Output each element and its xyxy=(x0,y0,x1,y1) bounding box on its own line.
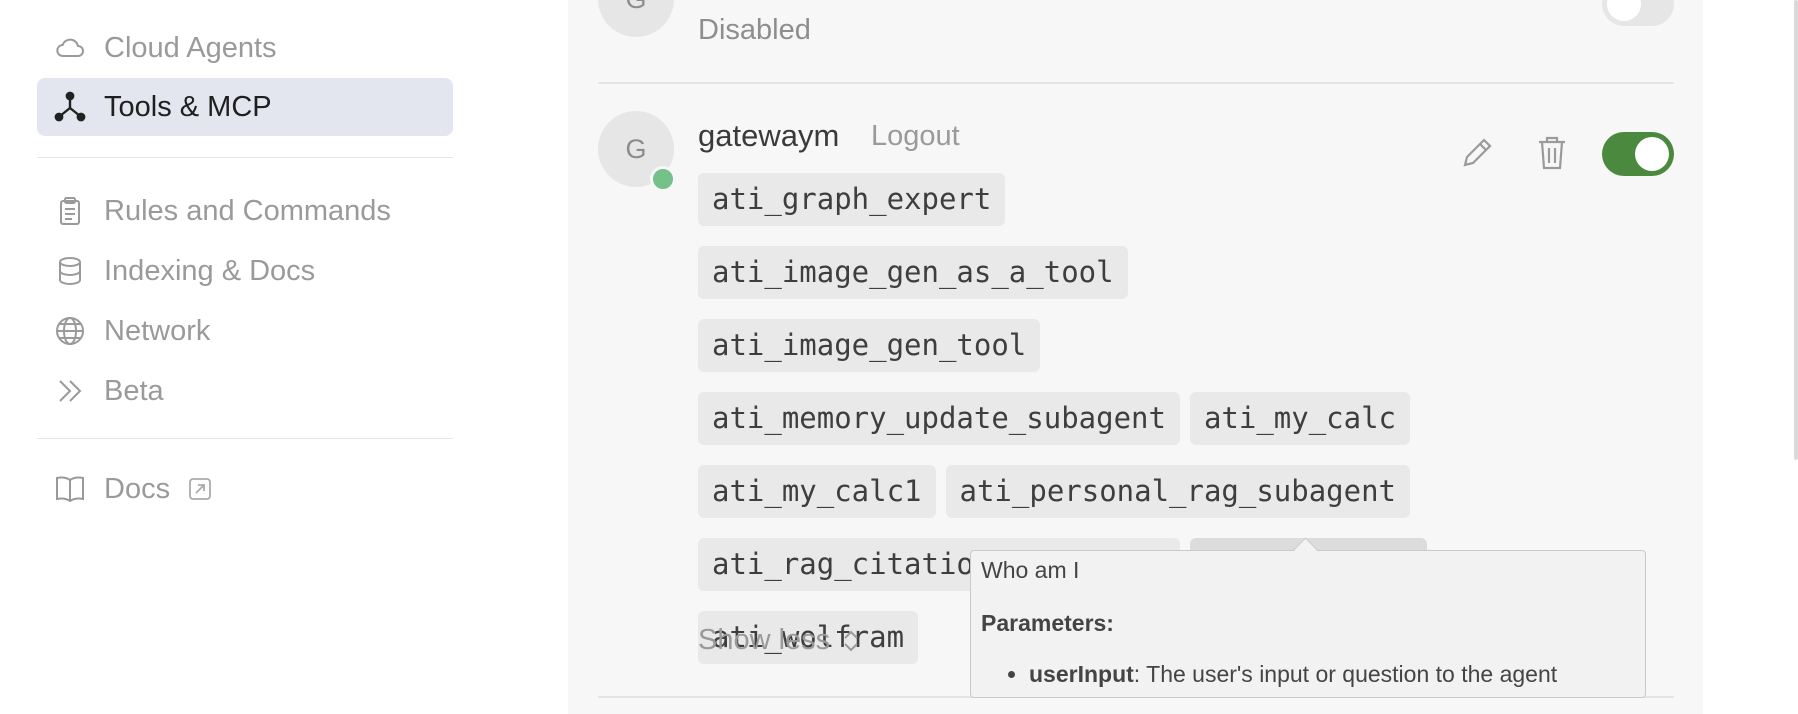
sidebar-item-label: Docs xyxy=(104,472,171,505)
status-indicator-connected xyxy=(650,166,676,192)
tool-chip[interactable]: ati_my_calc1 xyxy=(698,465,936,518)
database-icon xyxy=(53,254,87,288)
external-link-icon xyxy=(188,477,212,501)
sidebar-item-network[interactable]: Network xyxy=(37,302,453,360)
right-margin xyxy=(1703,0,1798,714)
scrollbar[interactable] xyxy=(1794,0,1798,460)
sidebar-item-label: Network xyxy=(104,314,211,347)
tool-chip[interactable]: ati_graph_expert xyxy=(698,173,1006,226)
tooltip-param-item: userInput: The user's input or question … xyxy=(1029,661,1635,688)
sidebar-item-rules-commands[interactable]: Rules and Commands xyxy=(37,182,453,240)
globe-icon xyxy=(53,314,87,348)
toggle-knob xyxy=(1635,137,1669,171)
param-description: : The user's input or question to the ag… xyxy=(1133,661,1558,687)
book-icon xyxy=(53,472,87,506)
show-less-button[interactable]: Show less xyxy=(698,624,860,657)
sidebar-item-label: Tools & MCP xyxy=(104,90,272,123)
edit-pencil-icon[interactable] xyxy=(1458,134,1496,177)
sidebar-item-label: Cloud Agents xyxy=(104,31,277,64)
param-name: userInput xyxy=(1029,661,1134,687)
tool-chip[interactable]: ati_image_gen_tool xyxy=(698,319,1041,372)
double-chevron-right-icon xyxy=(53,374,87,408)
tools-mcp-icon xyxy=(53,90,87,124)
toggle-knob xyxy=(1607,0,1641,21)
tooltip-description: Who am I xyxy=(981,557,1080,583)
server-name: gatewaym xyxy=(698,118,840,153)
settings-sidebar: Cloud Agents Tools & MCP Rules and Comma… xyxy=(0,0,568,714)
sidebar-item-label: Beta xyxy=(104,374,164,407)
tool-tooltip: Who am I Parameters: userInput: The user… xyxy=(970,550,1646,698)
sidebar-item-docs[interactable]: Docs xyxy=(37,460,453,518)
sidebar-divider xyxy=(37,438,453,439)
sidebar-item-label: Indexing & Docs xyxy=(104,254,316,287)
sidebar-divider xyxy=(37,157,453,158)
tool-chip[interactable]: ati_my_calc xyxy=(1189,392,1411,445)
show-less-label: Show less xyxy=(698,624,831,656)
server-divider xyxy=(598,82,1674,84)
tooltip-params-list: userInput: The user's input or question … xyxy=(981,661,1635,688)
delete-trash-icon[interactable] xyxy=(1535,134,1569,177)
tool-chip[interactable]: ati_image_gen_as_a_tool xyxy=(698,246,1128,299)
clipboard-icon xyxy=(53,194,87,228)
server-enable-toggle[interactable] xyxy=(1602,132,1674,176)
tool-chip[interactable]: ati_personal_rag_subagent xyxy=(945,465,1411,518)
sidebar-item-beta[interactable]: Beta xyxy=(37,362,453,420)
tool-chip[interactable]: ati_memory_update_subagent xyxy=(698,392,1180,445)
cloud-icon xyxy=(53,31,87,65)
sidebar-item-tools-mcp[interactable]: Tools & MCP xyxy=(37,78,453,136)
server-enable-toggle[interactable] xyxy=(1602,0,1674,26)
sidebar-item-label: Rules and Commands xyxy=(104,194,391,227)
server-status-text: Disabled xyxy=(698,14,811,46)
logout-link[interactable]: Logout xyxy=(871,120,960,153)
tooltip-params-heading: Parameters: xyxy=(981,610,1114,636)
chevron-up-down-icon xyxy=(842,628,860,654)
sidebar-item-cloud-agents[interactable]: Cloud Agents xyxy=(37,19,453,77)
sidebar-item-indexing-docs[interactable]: Indexing & Docs xyxy=(37,242,453,300)
